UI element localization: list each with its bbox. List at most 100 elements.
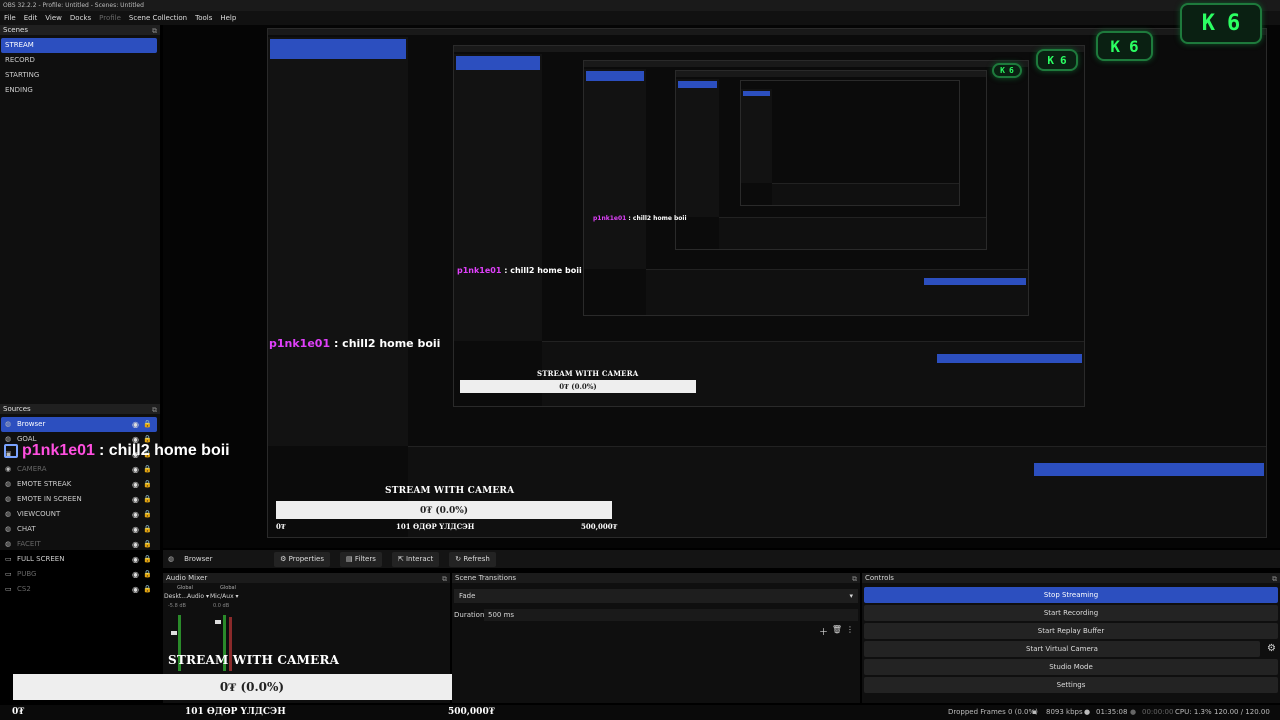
scene-transitions-title: Scene Transitions ⧉ <box>452 573 860 583</box>
menu-tools[interactable]: Tools <box>195 11 212 25</box>
lock-icon[interactable]: 🔒 <box>143 462 152 477</box>
undock-icon[interactable]: ⧉ <box>1272 574 1277 584</box>
source-item-label: CHAT <box>17 525 36 533</box>
source-item-label: VIEWCOUNT <box>17 510 61 518</box>
fps: 120.00 / 120.00 FPS <box>1214 708 1270 716</box>
lock-icon[interactable]: 🔒 <box>143 417 152 432</box>
globe-icon: ◍ <box>5 540 12 548</box>
source-item[interactable]: ▭ FULL SCREEN ◉ 🔒 <box>1 552 157 567</box>
nested-chat-line: p1nk1e01 : chill2 home boii <box>593 215 687 222</box>
scene-item-starting[interactable]: STARTING <box>1 68 157 83</box>
scene-transitions-dock: Scene Transitions ⧉ Fade ▾ Duration 500 … <box>452 573 860 703</box>
program-preview[interactable]: K6 K6 K6 p1nk1e01 : chill2 home boii p1n… <box>163 25 1280 548</box>
eye-icon[interactable]: ◉ <box>132 507 139 522</box>
nested-stop-button <box>937 353 1082 363</box>
source-item-label: EMOTE IN SCREEN <box>17 495 82 503</box>
source-item[interactable]: ▭ PUBG ◉ 🔒 <box>1 567 157 582</box>
cpu-usage: CPU: 1.3% <box>1175 708 1212 716</box>
studio-mode-button[interactable]: Studio Mode <box>864 659 1278 675</box>
scene-item-stream[interactable]: STREAM <box>1 38 157 53</box>
start-recording-button[interactable]: Start Recording <box>864 605 1278 621</box>
network-icon: ▪ <box>1032 708 1037 716</box>
scene-item-ending[interactable]: ENDING <box>1 83 157 98</box>
nested-chat-line: p1nk1e01 : chill2 home boii <box>269 337 441 350</box>
lock-icon[interactable]: 🔒 <box>143 507 152 522</box>
channel-1-name[interactable]: Deskt...Audio ▾ <box>164 593 209 600</box>
nested-stream-label: STREAM WITH CAMERA <box>537 369 639 378</box>
source-item[interactable]: ◍ VIEWCOUNT ◉ 🔒 <box>1 507 157 522</box>
selected-source-name: Browser <box>184 555 213 563</box>
lock-icon[interactable]: 🔒 <box>143 552 152 567</box>
interact-button[interactable]: ⇱ Interact <box>391 551 440 567</box>
undock-icon[interactable]: ⧉ <box>442 574 447 584</box>
controls-dock: Controls ⧉ Stop Streaming Start Recordin… <box>862 573 1280 703</box>
eye-icon[interactable]: ◉ <box>132 582 139 597</box>
nested-obs-capture-5 <box>740 80 960 206</box>
trash-icon[interactable]: 🗑 <box>832 625 842 634</box>
source-item[interactable]: ◉ CAMERA ◉ 🔒 <box>1 462 157 477</box>
eye-icon[interactable]: ◉ <box>132 477 139 492</box>
virtual-camera-settings-icon[interactable]: ⚙ <box>1267 643 1276 654</box>
globe-icon: ◍ <box>5 510 12 518</box>
source-item[interactable]: ◍ Browser ◉ 🔒 <box>1 417 157 432</box>
menu-view[interactable]: View <box>45 11 62 25</box>
lock-icon[interactable]: 🔒 <box>143 477 152 492</box>
lock-icon[interactable]: 🔒 <box>143 537 152 552</box>
lock-icon[interactable]: 🔒 <box>143 582 152 597</box>
camera-icon: ◉ <box>5 465 12 473</box>
eye-icon[interactable]: ◉ <box>132 462 139 477</box>
channel-1-db: -5.8 dB <box>168 603 186 609</box>
nested-ko-badge: K6 <box>1096 31 1153 61</box>
scenes-title: Scenes ⧉ <box>0 25 160 35</box>
source-item[interactable]: ▭ CS2 ◉ 🔒 <box>1 582 157 597</box>
dropped-frames: Dropped Frames 0 (0.0%) <box>948 708 1038 716</box>
undock-icon[interactable]: ⧉ <box>152 405 157 415</box>
stream-indicator-icon: ● <box>1084 708 1091 716</box>
channel-1-fader[interactable] <box>171 631 177 635</box>
channel-2-fader[interactable] <box>215 620 221 624</box>
nested-sidebar <box>268 37 408 446</box>
lock-icon[interactable]: 🔒 <box>143 522 152 537</box>
duration-input[interactable]: 500 ms <box>484 609 858 621</box>
eye-icon[interactable]: ◉ <box>132 492 139 507</box>
menu-profile[interactable]: Profile <box>99 11 121 25</box>
add-transition-icon[interactable]: ＋ <box>819 625 828 638</box>
lock-icon[interactable]: 🔒 <box>143 492 152 507</box>
menu-help[interactable]: Help <box>220 11 236 25</box>
eye-icon[interactable]: ◉ <box>132 522 139 537</box>
source-item-label: PUBG <box>17 570 37 578</box>
globe-icon: ◍ <box>5 420 12 428</box>
properties-button[interactable]: ⚙ Properties <box>274 551 331 567</box>
settings-button[interactable]: Settings <box>864 677 1278 693</box>
source-item[interactable]: ◍ FACEIT ◉ 🔒 <box>1 537 157 552</box>
start-virtual-camera-button[interactable]: Start Virtual Camera <box>864 641 1260 657</box>
eye-icon[interactable]: ◉ <box>132 537 139 552</box>
eye-icon[interactable]: ◉ <box>132 552 139 567</box>
undock-icon[interactable]: ⧉ <box>852 574 857 584</box>
undock-icon[interactable]: ⧉ <box>152 26 157 36</box>
transition-select[interactable]: Fade ▾ <box>454 589 858 603</box>
nested-ko-badge: K6 <box>992 63 1022 78</box>
record-time: 00:00:00 <box>1142 708 1174 716</box>
menu-docks[interactable]: Docks <box>70 11 91 25</box>
source-item-label: EMOTE STREAK <box>17 480 72 488</box>
stop-streaming-button[interactable]: Stop Streaming <box>864 587 1278 603</box>
menu-edit[interactable]: Edit <box>24 11 38 25</box>
source-item[interactable]: ◍ CHAT ◉ 🔒 <box>1 522 157 537</box>
scene-item-record[interactable]: RECORD <box>1 53 157 68</box>
goal-min: 0₮ <box>12 707 25 717</box>
more-options-icon[interactable]: ⋮ <box>846 625 854 634</box>
menu-scene-collection[interactable]: Scene Collection <box>129 11 187 25</box>
channel-2-name[interactable]: Mic/Aux ▾ <box>210 593 239 600</box>
source-item[interactable]: ◍ EMOTE STREAK ◉ 🔒 <box>1 477 157 492</box>
refresh-button[interactable]: ↻ Refresh <box>449 551 496 567</box>
lock-icon[interactable]: 🔒 <box>143 567 152 582</box>
eye-icon[interactable]: ◉ <box>132 417 139 432</box>
source-item[interactable]: ◍ EMOTE IN SCREEN ◉ 🔒 <box>1 492 157 507</box>
menu-file[interactable]: File <box>4 11 16 25</box>
filters-button[interactable]: ▤ Filters <box>340 551 382 567</box>
source-item-label: CS2 <box>17 585 31 593</box>
eye-icon[interactable]: ◉ <box>132 567 139 582</box>
start-replay-buffer-button[interactable]: Start Replay Buffer <box>864 623 1278 639</box>
scenes-dock: Scenes ⧉ STREAM RECORD STARTING ENDING <box>0 25 160 405</box>
